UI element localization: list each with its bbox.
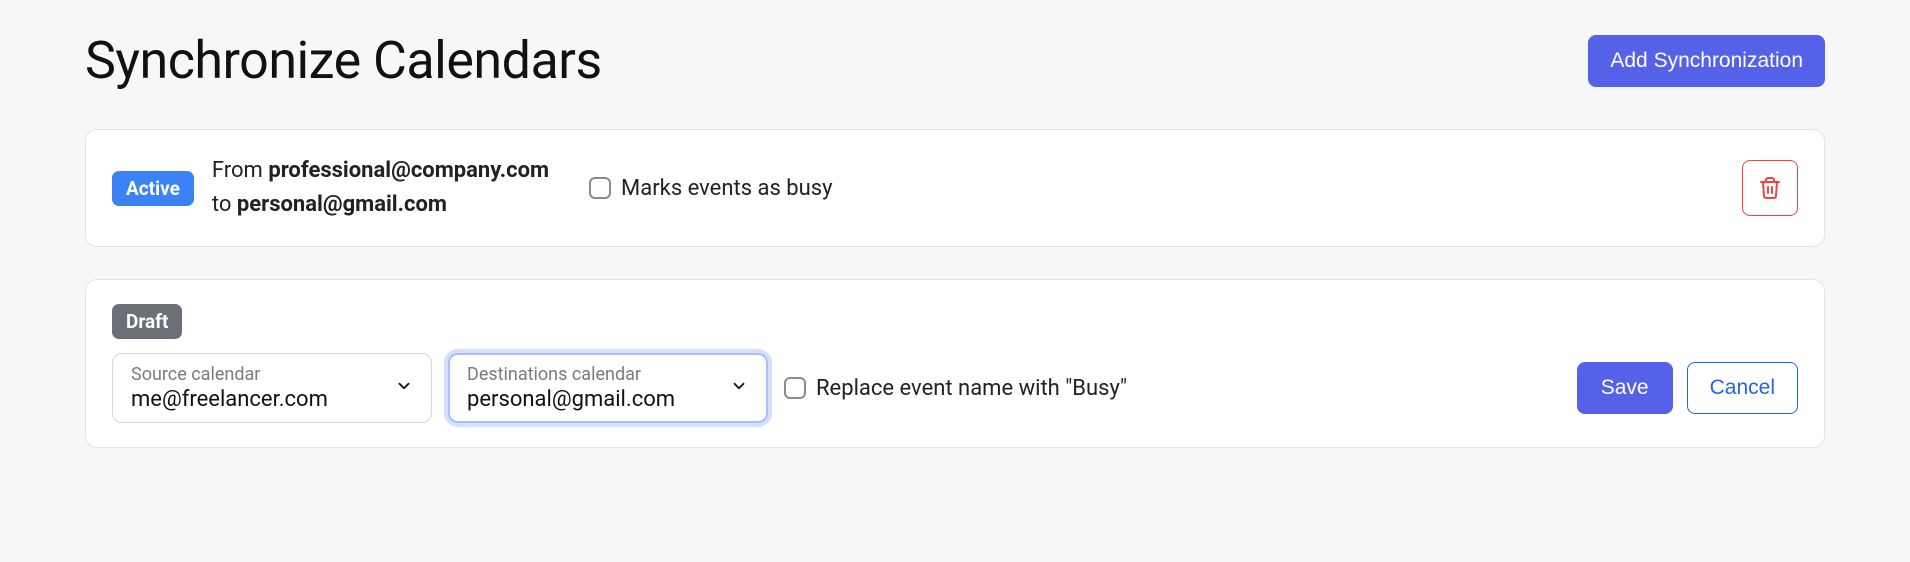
add-synchronization-button[interactable]: Add Synchronization bbox=[1588, 35, 1825, 87]
draft-card: Draft Source calendar me@freelancer.com … bbox=[85, 279, 1825, 448]
from-email: professional@company.com bbox=[268, 158, 549, 183]
to-email: personal@gmail.com bbox=[237, 192, 447, 217]
marks-busy-checkbox[interactable] bbox=[589, 177, 611, 199]
to-label: to bbox=[212, 192, 237, 217]
source-calendar-label: Source calendar bbox=[131, 364, 413, 385]
sync-description: From professional@company.com to persona… bbox=[212, 154, 549, 222]
replace-busy-label: Replace event name with "Busy" bbox=[816, 376, 1127, 401]
replace-busy-checkbox[interactable] bbox=[784, 377, 806, 399]
status-badge: Draft bbox=[112, 304, 182, 339]
destination-calendar-select[interactable]: Destinations calendar personal@gmail.com bbox=[448, 353, 768, 423]
source-calendar-select[interactable]: Source calendar me@freelancer.com bbox=[112, 353, 432, 423]
source-calendar-value: me@freelancer.com bbox=[131, 387, 413, 412]
status-badge: Active bbox=[112, 171, 194, 206]
page-title: Synchronize Calendars bbox=[85, 30, 602, 91]
chevron-down-icon bbox=[730, 377, 748, 399]
sync-card: Active From professional@company.com to … bbox=[85, 129, 1825, 247]
destination-calendar-label: Destinations calendar bbox=[467, 364, 749, 385]
chevron-down-icon bbox=[395, 377, 413, 399]
marks-busy-label: Marks events as busy bbox=[621, 176, 832, 201]
trash-icon bbox=[1758, 176, 1782, 200]
delete-button[interactable] bbox=[1742, 160, 1798, 216]
from-label: From bbox=[212, 158, 268, 183]
cancel-button[interactable]: Cancel bbox=[1687, 362, 1798, 414]
save-button[interactable]: Save bbox=[1577, 362, 1673, 414]
destination-calendar-value: personal@gmail.com bbox=[467, 387, 749, 412]
